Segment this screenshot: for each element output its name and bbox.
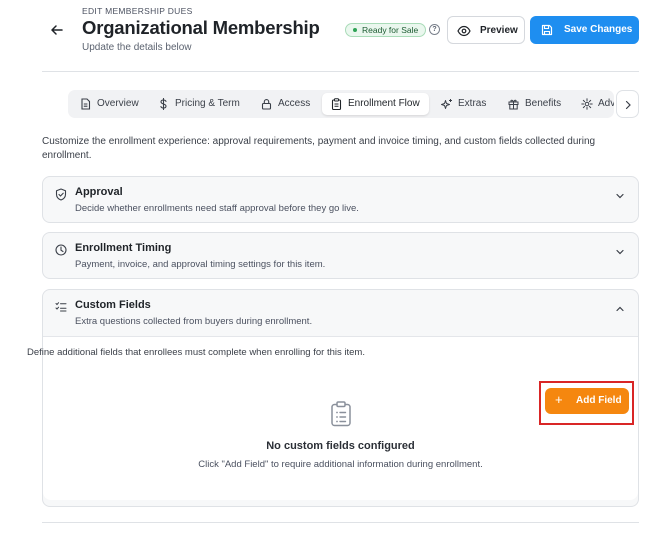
tab-enrollment-flow-label: Enrollment Flow [348,98,420,109]
page-eyebrow: EDIT MEMBERSHIP DUES [82,6,193,16]
tab-bar: Overview Pricing & Term Access Enrollmen… [68,90,614,118]
enrollment-timing-title: Enrollment Timing [75,242,172,254]
empty-state-subtitle: Click "Add Field" to require additional … [198,459,483,470]
eye-icon [457,25,471,37]
list-checks-icon [55,302,67,312]
gear-icon [581,98,593,110]
save-changes-button[interactable]: Save Changes [530,16,639,44]
gift-icon [508,99,519,110]
clipboard-list-icon [331,401,351,427]
clock-icon [55,244,67,256]
header-divider [42,71,639,72]
chevron-up-icon[interactable] [615,304,625,314]
custom-fields-title: Custom Fields [75,299,151,311]
lock-icon [261,99,272,110]
preview-button[interactable]: Preview [447,16,525,44]
custom-fields-body: Define additional fields that enrollees … [27,336,638,500]
plus-icon: + [555,392,563,407]
sparkle-icon [441,99,452,109]
chevron-down-icon[interactable] [615,191,625,201]
tab-benefits-label: Benefits [525,98,562,109]
chevron-down-icon[interactable] [615,247,625,257]
page-title: Organizational Membership [82,17,320,38]
back-arrow-icon[interactable] [49,22,65,38]
clipboard-icon [331,98,342,110]
custom-fields-section: Custom Fields Extra questions collected … [27,289,639,507]
save-changes-label: Save Changes [564,24,633,35]
empty-state-title: No custom fields configured [266,440,415,452]
document-icon [81,98,91,110]
footer-divider [42,522,639,523]
tab-overview-label: Overview [97,98,139,109]
enrollment-flow-intro: Customize the enrollment experience: app… [42,136,596,161]
status-badge-label: Ready for Sale [362,25,419,35]
help-icon[interactable]: ? [429,24,440,35]
tab-access-label: Access [278,98,311,109]
dollar-icon [160,98,167,110]
page-subtitle: Update the details below [82,42,192,53]
enrollment-timing-section[interactable]: Enrollment Timing Payment, invoice, and … [42,232,639,279]
approval-description: Decide whether enrollments need staff ap… [75,203,359,214]
custom-fields-note: Define additional fields that enrollees … [27,347,365,358]
chevron-right-icon [625,100,631,110]
save-icon [541,24,553,36]
tab-advanced-label: Adv [598,98,614,109]
custom-fields-description: Extra questions collected from buyers du… [75,316,313,327]
tab-extras-label: Extras [458,98,487,109]
enrollment-timing-description: Payment, invoice, and approval timing se… [75,259,326,270]
approval-section[interactable]: Approval Decide whether enrollments need… [42,176,639,223]
tab-enrollment-flow[interactable]: Enrollment Flow [322,93,429,115]
shield-check-icon [55,188,67,201]
add-field-button[interactable]: + Add Field [545,388,629,414]
tab-pricing-term-label: Pricing & Term [175,98,240,109]
preview-button-label: Preview [480,25,518,36]
status-badge: Ready for Sale [345,23,427,37]
tabs-scroll-right-button[interactable] [616,90,639,118]
approval-title: Approval [75,186,123,198]
add-field-label: Add Field [576,395,622,406]
status-dot-icon [353,28,357,32]
